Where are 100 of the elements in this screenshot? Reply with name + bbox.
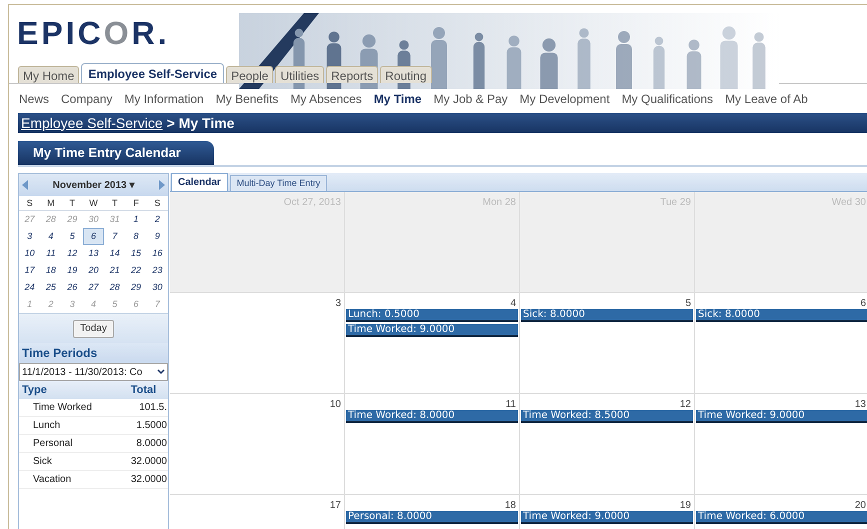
table-cell-text: Personal [32,437,74,451]
dropdown-caret-icon [157,369,165,375]
nav-link[interactable]: My Information [124,90,204,108]
day-label: 6 [860,297,866,309]
calendar-day[interactable]: 12 [62,245,83,262]
day-label: 4 [510,297,516,309]
nav-link[interactable]: My Development [520,90,610,108]
day-label: 12 [680,398,691,410]
time-entry[interactable]: Sick: 8.0000 [521,309,693,322]
nav-link[interactable]: My Absences [290,90,362,108]
table-cell-text: Lunch [32,419,62,433]
calendar-day[interactable]: 17 [19,262,40,279]
calendar-day[interactable]: 28 [104,279,126,296]
nav-link[interactable]: News [19,90,50,108]
calendar-day[interactable]: 6 [82,228,104,245]
time-periods-header: Time Periods [19,343,168,363]
time-entry[interactable]: Time Worked: 6.0000 [696,511,867,524]
calendar-day[interactable]: 10 [19,245,40,262]
calendar-day[interactable]: 15 [125,245,147,262]
calendar-day[interactable]: 4 [40,228,62,245]
time-entry[interactable]: Lunch: 0.5000 [346,309,518,322]
nav-tab[interactable]: Reports [326,66,378,83]
day-label: 13 [854,398,866,410]
time-entry[interactable]: Time Worked: 9.0000 [696,410,867,423]
table-cell-text: 1.5000 [135,419,168,433]
day-label: 18 [504,499,516,511]
column-header: Type [21,382,48,398]
breadcrumb-link[interactable]: Employee Self-Service [21,112,163,134]
nav-link[interactable]: My Leave of Ab [725,90,808,108]
calendar-day[interactable]: 29 [125,279,147,296]
nav-link[interactable]: My Qualifications [622,90,714,108]
calendar-day-cell[interactable]: 18 Personal: 8.0000 [345,495,520,529]
weekday-label: S [153,197,162,210]
day-label: 10 [330,398,341,410]
view-tab[interactable]: Calendar [171,173,228,191]
nav-link[interactable]: Company [61,90,112,108]
nav-tab[interactable]: Employee Self-Service [81,63,224,83]
calendar-day-cell[interactable]: 12 Time Worked: 8.5000 [520,394,695,494]
calendar-day[interactable]: 9 [146,228,168,245]
calendar-day[interactable]: 24 [19,279,40,296]
calendar-day-cell[interactable]: 4 Lunch: 0.5000 Time Worked: 9.0000 [345,293,520,393]
breadcrumb-current: > My Time [166,114,234,133]
day-label: 5 [685,297,691,309]
time-entry[interactable]: Time Worked: 8.5000 [521,410,693,423]
next-month-icon[interactable] [159,180,165,190]
logo: EPICOR. [17,17,170,49]
calendar-day[interactable]: 14 [104,245,126,262]
weekday-label: T [111,197,119,210]
view-tab[interactable]: Multi-Day Time Entry [230,175,328,191]
weekday-label: T [68,197,76,210]
calendar-day-cell[interactable]: 11 Time Worked: 8.0000 [345,394,520,494]
time-entry[interactable]: Sick: 8.0000 [696,309,867,322]
time-entry[interactable]: Time Worked: 8.0000 [346,410,518,423]
weekday-label: W [88,197,99,210]
weekday-label: F [132,197,140,210]
table-cell-text: 101.5. [138,401,168,415]
weekday-label: S [26,197,34,210]
nav-tab[interactable]: Routing [380,66,432,83]
period-dropdown[interactable]: 11/1/2013 - 11/30/2013: Co [19,363,168,381]
calendar-day[interactable]: 11 [40,245,62,262]
time-entry[interactable]: Time Worked: 9.0000 [521,511,693,524]
calendar-day[interactable]: 27 [82,279,104,296]
calendar-day[interactable]: 7 [104,228,126,245]
table-cell-text: Vacation [32,473,72,487]
calendar-day[interactable]: 1 [125,211,147,228]
today-button[interactable]: Today [73,320,114,338]
nav-tab[interactable]: Utilities [275,66,324,83]
day-label: 3 [335,297,341,309]
day-label: 17 [330,499,341,511]
calendar-day[interactable]: 2 [146,211,168,228]
table-cell-text: Time Worked [32,401,93,415]
nav-link[interactable]: My Job & Pay [434,90,508,108]
table-cell-text: 8.0000 [135,437,168,451]
nav-tab[interactable]: People [226,66,274,83]
previous-month-icon[interactable] [22,180,28,190]
calendar-day[interactable]: 16 [146,245,168,262]
table-cell-text: Sick [32,455,53,469]
calendar-day-cell[interactable]: 19 Time Worked: 9.0000 [520,495,695,529]
calendar-day-cell[interactable]: 5 Sick: 8.0000 [520,293,695,393]
calendar-day[interactable]: 25 [40,279,62,296]
calendar-day[interactable]: 20 [82,262,104,279]
calendar-day[interactable]: 13 [82,245,104,262]
calendar-day[interactable]: 8 [125,228,147,245]
day-label: 20 [854,499,866,511]
nav-tab[interactable]: My Home [18,66,80,83]
calendar-day[interactable]: 26 [62,279,83,296]
calendar-day[interactable]: 18 [40,262,62,279]
nav-link[interactable]: My Time [374,90,422,108]
calendar-day[interactable]: 21 [104,262,126,279]
calendar-day[interactable]: 22 [125,262,147,279]
time-entry[interactable]: Personal: 8.0000 [346,511,518,524]
calendar-day[interactable]: 5 [62,228,83,245]
calendar-day[interactable]: 19 [62,262,83,279]
calendar-day[interactable]: 3 [19,228,40,245]
time-entry[interactable]: Time Worked: 9.0000 [346,324,518,337]
calendar-day[interactable]: 23 [146,262,168,279]
calendar-day[interactable]: 30 [146,279,168,296]
nav-link[interactable]: My Benefits [216,90,278,108]
column-header: Total [130,382,158,398]
weekday-label: M [46,197,56,210]
